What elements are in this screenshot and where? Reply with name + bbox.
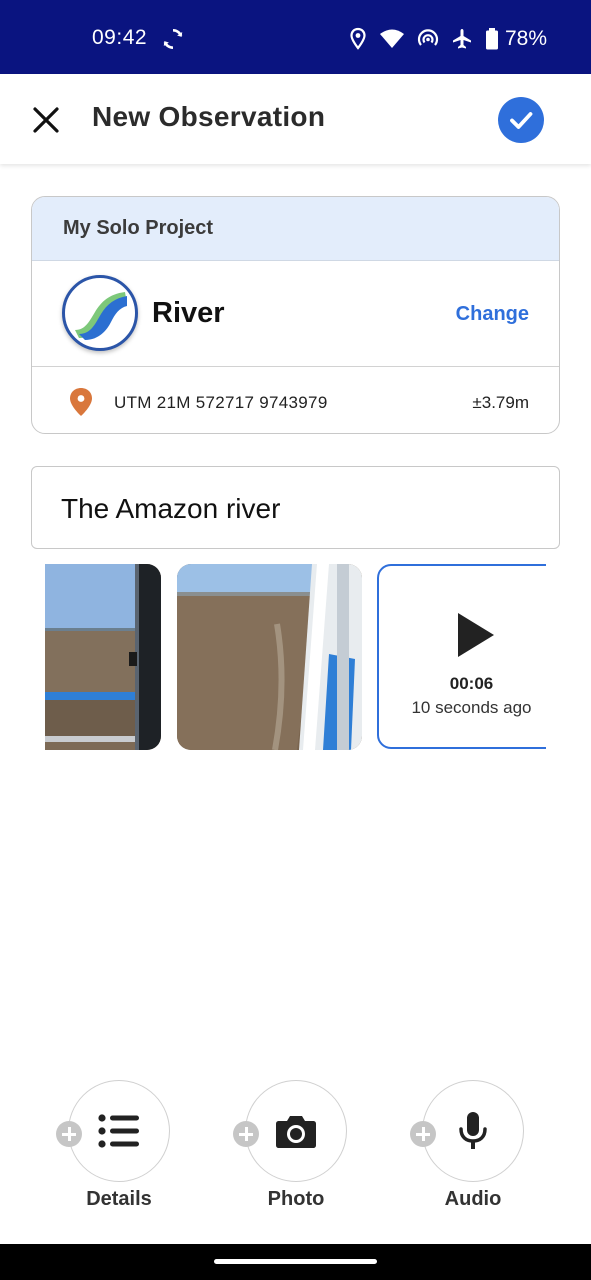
observation-screen: 09:42 78% New Observation My Solo Projec…: [0, 0, 591, 1280]
project-header: My Solo Project: [32, 197, 559, 261]
audio-recorded-time: 10 seconds ago: [411, 698, 532, 717]
save-button[interactable]: [498, 97, 544, 143]
plus-icon: [233, 1121, 259, 1147]
details-circle[interactable]: [68, 1080, 170, 1182]
location-accuracy: ±3.79m: [472, 393, 529, 412]
location-coordinates: UTM 21M 572717 9743979: [114, 393, 328, 412]
location-icon: [350, 27, 366, 50]
photo-thumbnail-1[interactable]: [45, 564, 161, 750]
status-icons: 78%: [349, 26, 547, 52]
notes-field[interactable]: The Amazon river: [31, 466, 560, 549]
category-row: River Change: [32, 261, 559, 367]
page-title: New Observation: [92, 101, 326, 132]
river-icon: [62, 275, 138, 351]
photo-label: Photo: [267, 1188, 325, 1210]
project-card: My Solo Project River Change UTM 21M 572…: [31, 196, 560, 434]
plus-icon: [56, 1121, 82, 1147]
system-nav-bar: [0, 1244, 591, 1280]
photo-circle[interactable]: [245, 1080, 347, 1182]
home-handle[interactable]: [214, 1259, 377, 1264]
audio-label: Audio: [444, 1188, 502, 1210]
sync-icon: [163, 29, 183, 49]
project-name: My Solo Project: [63, 217, 214, 239]
location-row: UTM 21M 572717 9743979 ±3.79m: [32, 368, 559, 433]
list-icon: [98, 1114, 139, 1148]
media-strip[interactable]: 00:06 10 seconds ago: [45, 564, 546, 750]
play-icon[interactable]: [456, 611, 496, 659]
wifi-icon: [379, 29, 404, 48]
change-category-button[interactable]: Change: [456, 303, 529, 326]
audio-duration: 00:06: [449, 674, 494, 693]
add-photo-button[interactable]: Photo: [233, 1080, 363, 1220]
details-label: Details: [86, 1188, 152, 1210]
battery-percent: 78%: [504, 27, 547, 50]
check-icon: [510, 112, 533, 129]
airplane-icon: [452, 29, 471, 49]
close-icon[interactable]: [28, 102, 64, 138]
status-time: 09:42: [92, 26, 148, 49]
notes-value: The Amazon river: [61, 493, 281, 524]
app-bar: New Observation: [0, 74, 591, 164]
map-pin-icon: [70, 388, 92, 416]
microphone-icon: [459, 1112, 487, 1149]
plus-icon: [410, 1121, 436, 1147]
status-bar: 09:42 78%: [0, 0, 591, 74]
camera-icon: [276, 1116, 316, 1148]
hotspot-icon: [417, 29, 439, 46]
add-details-button[interactable]: Details: [56, 1080, 186, 1220]
category-name: River: [152, 297, 225, 329]
battery-icon: [485, 28, 498, 50]
audio-recording-card[interactable]: 00:06 10 seconds ago: [377, 564, 546, 749]
add-audio-button[interactable]: Audio: [410, 1080, 540, 1220]
audio-circle[interactable]: [422, 1080, 524, 1182]
photo-thumbnail-2[interactable]: [177, 564, 362, 750]
